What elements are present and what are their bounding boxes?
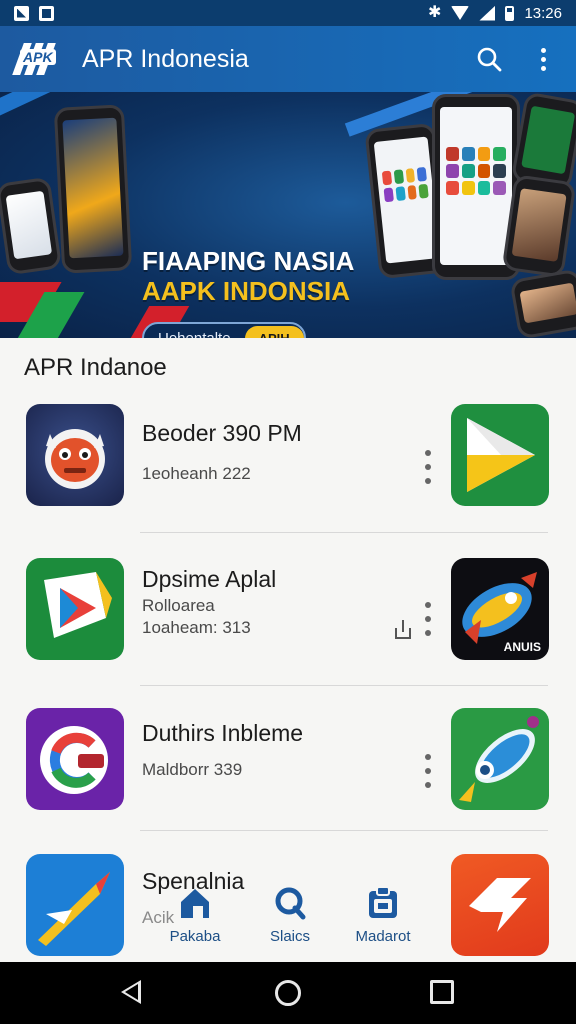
bottom-navigation: Pakaba Slaics Madarot (150, 886, 440, 956)
app-list-item[interactable]: Dpsime Aplal Rolloarea 1oaheam: 313 ANUI… (0, 546, 576, 676)
bottom-nav-item-home[interactable]: Pakaba (150, 886, 240, 945)
banner-phone-left (53, 104, 133, 274)
promo-banner[interactable]: FIAAPING NASIA AAPK INDONSIA Uehentalte … (0, 92, 576, 338)
more-options-button[interactable] (526, 42, 560, 76)
list-divider (140, 532, 548, 533)
back-icon[interactable] (121, 980, 141, 1004)
arrows-app-icon[interactable] (451, 854, 549, 956)
more-vert-icon (540, 47, 546, 71)
list-divider (140, 830, 548, 831)
banner-headline-line1: FIAAPING NASIA (142, 246, 355, 276)
app-subtitle: Rolloarea (142, 596, 215, 615)
app-name: Duthirs Inbleme (142, 720, 304, 746)
recent-apps-icon[interactable] (430, 980, 454, 1004)
app-list-item[interactable]: Beoder 390 PM 1eoheanh 222 (0, 392, 576, 522)
app-overflow-menu[interactable] (420, 450, 436, 484)
search-icon (273, 886, 307, 920)
rocket-app-icon[interactable] (451, 708, 549, 810)
notification-icon (14, 5, 29, 21)
app-name: Beoder 390 PM (142, 420, 302, 446)
banner-phone-small (0, 176, 63, 276)
banner-pill[interactable]: Uehentalte APIH (142, 322, 306, 338)
system-navigation-bar (0, 962, 576, 1024)
right-icon-label: ANUIS (503, 640, 541, 654)
logo-text: APK (20, 49, 56, 65)
list-divider (140, 685, 548, 686)
status-bar: ✱ 13:26 (0, 0, 576, 26)
wifi-icon (451, 6, 470, 20)
monkey-mask-app-icon[interactable] (26, 404, 124, 506)
app-meta: 1eoheanh 222 (142, 464, 251, 483)
app-meta: Maldborr 339 (142, 760, 243, 779)
status-time: 13:26 (524, 4, 562, 22)
bottom-nav-item-clipboard[interactable]: Madarot (338, 886, 428, 945)
app-name: Dpsime Aplal (142, 566, 277, 592)
c-logo-app-icon[interactable] (26, 708, 124, 810)
play-store-icon[interactable] (451, 404, 549, 506)
banner-cta-button[interactable]: APIH (244, 325, 304, 338)
app-overflow-menu[interactable] (420, 602, 436, 636)
play-app-icon[interactable] (26, 558, 124, 660)
banner-phone-right-4 (501, 174, 576, 278)
app-meta: 1oaheam: 313 (142, 618, 251, 637)
banner-headline-line2: AAPK INDONSIA (142, 276, 351, 306)
clipboard-icon (366, 886, 400, 920)
image-notification-icon (39, 5, 54, 21)
app-logo: APK (12, 41, 64, 77)
share-icon[interactable] (394, 618, 412, 640)
banner-headline: FIAAPING NASIA AAPK INDONSIA (142, 246, 354, 306)
app-title: APR Indonesia (82, 44, 249, 73)
banner-phone-right-3 (510, 92, 576, 191)
bluetooth-icon: ✱ (428, 4, 442, 21)
home-circle-icon[interactable] (275, 980, 301, 1006)
signal-icon (479, 5, 496, 21)
rocket-game-icon[interactable]: ANUIS (451, 558, 549, 660)
bottom-nav-label: Pakaba (169, 928, 221, 945)
banner-pill-text: Uehentalte (158, 329, 231, 339)
section-title: APR Indanoe (24, 354, 167, 381)
app-bar: APK APR Indonesia (0, 26, 576, 92)
battery-icon (505, 5, 515, 21)
bottom-nav-item-search[interactable]: Slaics (245, 886, 335, 945)
search-button[interactable] (472, 42, 506, 76)
home-icon (178, 886, 212, 920)
bottom-nav-label: Madarot (355, 928, 411, 945)
bottom-nav-label: Slaics (269, 928, 310, 945)
jet-app-icon[interactable] (26, 854, 124, 956)
app-list-item[interactable]: Duthirs Inbleme Maldborr 339 (0, 696, 576, 826)
search-icon (477, 47, 502, 72)
banner-phone-bottom (509, 268, 576, 338)
app-overflow-menu[interactable] (420, 754, 436, 788)
